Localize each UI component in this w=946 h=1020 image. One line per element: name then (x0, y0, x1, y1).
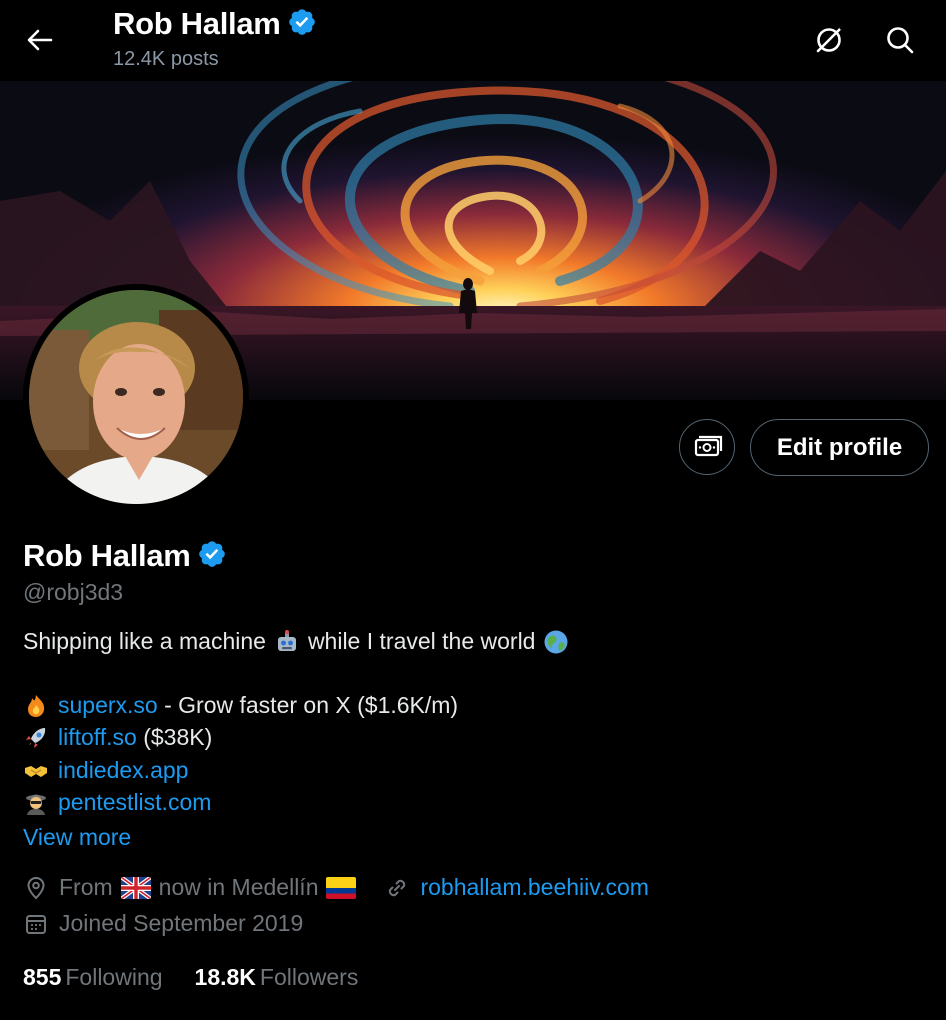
following-link[interactable]: 855 Following (23, 964, 163, 991)
bio-project-superx: superx.so - Grow faster on X ($1.6K/m) (23, 692, 458, 719)
followers-link[interactable]: 18.8K Followers (195, 964, 359, 991)
link-icon (384, 875, 410, 901)
following-count: 855 (23, 964, 62, 990)
spy-emoji-icon (23, 790, 49, 816)
back-arrow-icon (27, 29, 53, 51)
profile-page: Rob Hallam 12.4K posts Edit profile Rob … (0, 0, 946, 1020)
website-link[interactable]: robhallam.beehiiv.com (420, 874, 648, 901)
edit-profile-button[interactable]: Edit profile (750, 419, 929, 476)
grok-icon (816, 25, 844, 53)
fire-emoji-icon (23, 693, 49, 719)
profile-name-row: Rob Hallam (23, 536, 227, 576)
pentestlist-link[interactable]: pentestlist.com (58, 789, 211, 816)
uk-flag-icon (120, 876, 151, 899)
calendar-icon (23, 911, 49, 937)
grok-button[interactable] (809, 20, 849, 60)
header-name: Rob Hallam (113, 6, 281, 41)
bio-text: Shipping like a machine (23, 628, 266, 654)
user-handle: @robj3d3 (23, 579, 124, 605)
money-icon (694, 435, 723, 457)
location-from-label: From (59, 874, 113, 900)
profile-meta-joined: Joined September 2019 (23, 910, 303, 937)
profile-avatar[interactable] (23, 284, 249, 510)
followers-label: Followers (259, 964, 359, 990)
bio-text-2: while I travel the world (307, 628, 536, 654)
robot-emoji-icon (274, 629, 300, 655)
liftoff-link[interactable]: liftoff.so (58, 724, 137, 751)
superx-description: - Grow faster on X ($1.6K/m) (157, 692, 459, 718)
bio-project-pentestlist: pentestlist.com (23, 789, 211, 816)
following-label: Following (65, 964, 163, 990)
bio-project-liftoff: liftoff.so ($38K) (23, 724, 212, 751)
search-icon (887, 27, 914, 54)
superx-link[interactable]: superx.so (58, 692, 158, 719)
display-name: Rob Hallam (23, 538, 191, 573)
location-now-label: now in Medellín (158, 874, 319, 900)
follow-stats: 855 Following 18.8K Followers (23, 964, 358, 991)
top-bar: Rob Hallam 12.4K posts (0, 0, 946, 81)
verified-badge-icon (287, 7, 317, 42)
avatar-photo (29, 290, 243, 504)
back-button[interactable] (22, 22, 58, 58)
rocket-emoji-icon (23, 725, 49, 751)
globe-emoji-icon (543, 629, 569, 655)
followers-count: 18.8K (194, 964, 256, 990)
bio-tagline: Shipping like a machine while I travel t… (23, 628, 577, 655)
handshake-emoji-icon (23, 758, 49, 784)
search-button[interactable] (880, 20, 920, 60)
liftoff-description: ($38K) (136, 724, 213, 750)
colombia-flag-icon (326, 876, 357, 899)
tips-button[interactable] (679, 419, 735, 475)
view-more-link[interactable]: View more (23, 824, 131, 851)
verified-badge-icon[interactable] (197, 539, 227, 574)
bio-project-indiedex: indiedex.app (23, 757, 188, 784)
location-pin-icon (23, 875, 49, 901)
post-count: 12.4K posts (113, 48, 219, 70)
indiedex-link[interactable]: indiedex.app (58, 757, 188, 784)
profile-meta-location: From now in Medellín robhallam.beehiiv.c… (23, 874, 649, 901)
joined-date: Joined September 2019 (59, 910, 304, 936)
header-title: Rob Hallam (113, 4, 317, 44)
